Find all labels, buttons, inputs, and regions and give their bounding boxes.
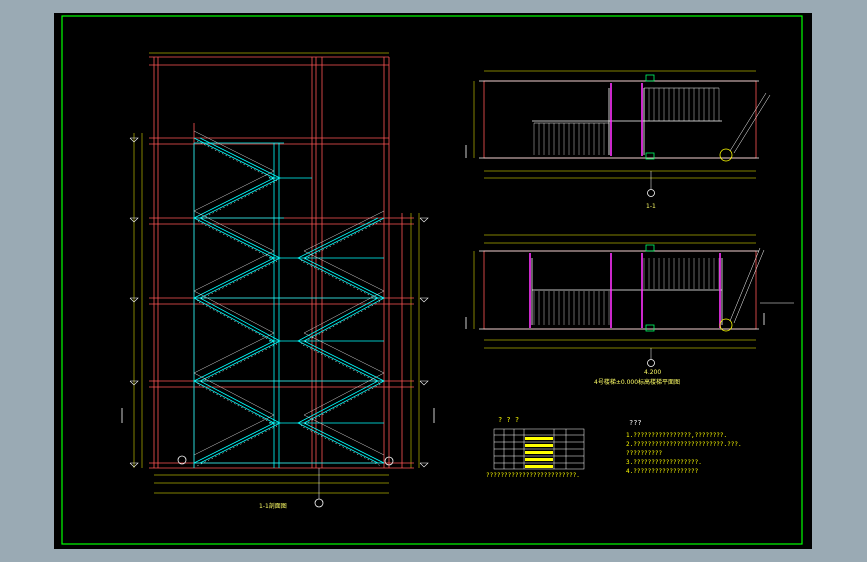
plan-level-label: 4.200: [644, 369, 662, 376]
stair-treads-upper: [533, 88, 720, 155]
plan-title: 4号楼梯±0.000标高楼梯平面图: [594, 379, 681, 386]
schedule-cells: [525, 437, 553, 468]
elevation-title: 1-1剖面图: [259, 503, 287, 510]
stair-treads-lower: [533, 258, 720, 325]
drawing-sheet: 1-1剖面图 1-1 4.200 4号楼梯±0.000标高楼梯平面图 ? ? ?…: [54, 13, 812, 549]
section-label: 1-1: [646, 203, 656, 210]
notes-line-1: 1.????????????????,????????.: [626, 432, 728, 439]
cad-drawing: [61, 15, 803, 545]
notes-title: ???: [629, 419, 642, 427]
notes-line-5: 4.??????????????????: [626, 468, 699, 475]
schedule-table: [493, 428, 585, 470]
notes-line-2: 2.?????????????????????????.???.: [626, 441, 742, 448]
notes-line-4: 3.??????????????????.: [626, 459, 702, 466]
stair-plan-lower: [465, 234, 794, 367]
schedule-title: ? ? ?: [498, 416, 520, 424]
notes-line-3: ??????????: [626, 450, 663, 457]
schedule-footer: ?????????????????????????.: [486, 472, 580, 479]
stair-plan-upper: [465, 70, 771, 197]
stair-elevation: [121, 52, 435, 508]
